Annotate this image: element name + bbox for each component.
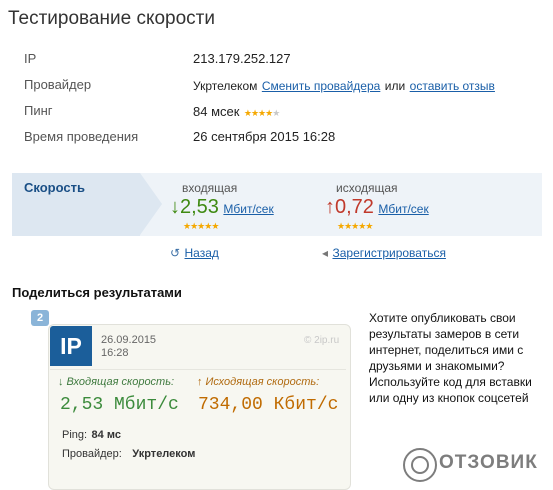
card-date: 26.09.2015 [101,334,157,346]
ping-label: Пинг [24,103,53,118]
star-icon: ★ [365,221,373,231]
outgoing-label: исходящая [336,181,398,195]
share-text-line: результаты замеров в сети [369,327,520,341]
incoming-label: входящая [182,181,238,195]
star-icon: ★ [243,108,252,118]
outgoing-unit[interactable]: Мбит/сек [378,202,428,216]
speed-panel-arrow [140,173,162,235]
ping-value: 84 мсек [193,104,240,119]
incoming-speed: ↓2,53 Мбит/сек [170,196,274,219]
step-badge: 2 [31,310,49,326]
share-text-line: интернет, поделиться ими с [369,343,524,357]
speed-label: Скорость [24,180,85,195]
star-icon: ★ [250,108,259,118]
outgoing-arrow-icon: ↑ [325,196,335,218]
card-provider-row: Провайдер: Укртелеком [62,444,195,462]
outgoing-rating-stars: ★★★★★ [337,221,373,232]
card-outgoing-label: ↑ Исходящая скорость: [197,376,320,388]
share-description: Хотите опубликовать свои результаты заме… [369,310,544,406]
leave-review-link[interactable]: оставить отзыв [410,79,495,93]
change-provider-link[interactable]: Сменить провайдера [262,79,381,93]
share-text-line: или одну из кнопок соцсетей [369,391,529,405]
card-outgoing-value: 734,00 Кбит/с [198,395,339,415]
card-divider [50,369,346,370]
provider-label: Провайдер [24,77,92,92]
card-incoming-label: ↓ Входящая скорость: [58,376,175,388]
card-ping-value: 84 мс [91,429,121,441]
ping-row: 84 мсек ★★★★★ [193,103,280,121]
provider-value: Укртелеком [193,79,258,93]
ping-rating-stars: ★★★★★ [243,108,280,118]
back-icon: ↺ [170,246,181,260]
incoming-arrow-icon: ↓ [170,196,180,218]
share-text-line: друзьями и знакомыми? [369,359,505,373]
ip-value: 213.179.252.127 [193,51,291,66]
outgoing-speed: ↑0,72 Мбит/сек [325,196,429,219]
card-site: © 2ip.ru [304,335,340,346]
star-icon: ★ [211,221,219,231]
outgoing-value: 0,72 [335,196,374,218]
incoming-unit[interactable]: Мбит/сек [223,202,273,216]
incoming-value: 2,53 [180,196,219,218]
back-button[interactable]: ↺ Назад [170,244,219,262]
card-provider-value: Укртелеком [132,448,196,460]
watermark-logo-inner [411,456,429,474]
provider-row: Укртелеком Сменить провайдера или остави… [193,77,495,95]
card-time: 16:28 [101,347,129,359]
page-title: Тестирование скорости [8,8,215,29]
register-link[interactable]: Зарегистрироваться [332,246,445,260]
card-ping-label: Ping: [62,429,88,441]
register-icon: ◂ [322,246,329,260]
back-link[interactable]: Назад [185,246,219,260]
share-heading: Поделиться результатами [12,285,182,300]
or-text: или [384,79,406,93]
share-text-line: Используйте код для вставки [369,375,532,389]
share-text-line: Хотите опубликовать свои [369,311,516,325]
card-incoming-value: 2,53 Мбит/с [60,395,179,415]
ip-label: IP [24,51,37,66]
watermark-text: ОТЗОВИК [439,452,538,473]
star-icon: ★ [272,108,280,118]
register-button[interactable]: ◂ Зарегистрироваться [322,244,446,262]
ip-logo: IP [50,326,92,366]
time-label: Время проведения [24,129,139,144]
card-ping-row: Ping: 84 мс [62,425,121,443]
card-provider-label: Провайдер: [62,448,122,460]
time-value: 26 сентября 2015 16:28 [193,129,336,144]
incoming-rating-stars: ★★★★★ [183,221,219,232]
